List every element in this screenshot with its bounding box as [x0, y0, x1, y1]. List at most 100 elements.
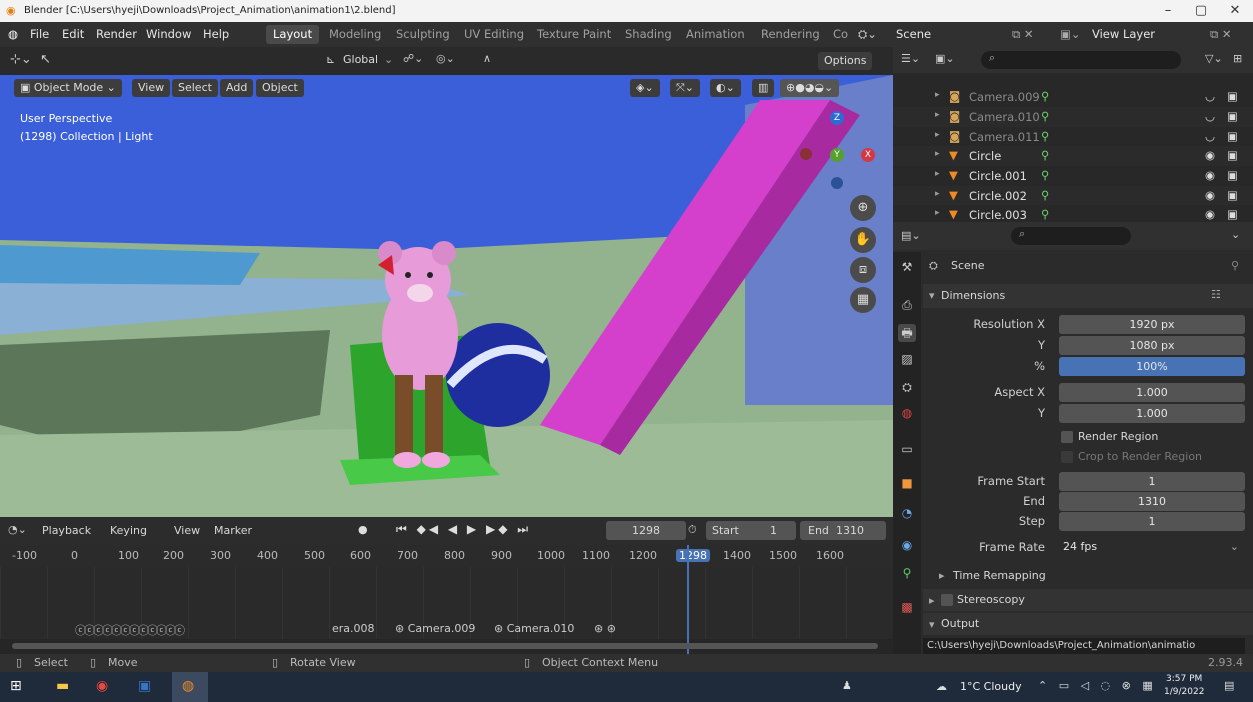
tab-uv-editing[interactable]: UV Editing [457, 25, 531, 44]
outliner-row[interactable]: ▸ ▼ Circle.002 ⚲ ◉ ▣ [893, 186, 1253, 206]
resolution-x-field[interactable]: 1920 px [1059, 315, 1245, 334]
camera-view-icon[interactable]: ⧈ [850, 257, 876, 283]
taskbar-date[interactable]: 1/9/2022 [1164, 687, 1204, 697]
render-region-checkbox[interactable] [1061, 431, 1073, 443]
render-tab-icon[interactable]: ⎙ [898, 296, 916, 314]
collection-tab-icon[interactable]: ▭ [898, 440, 916, 458]
end-frame-field[interactable]: End 1310 [800, 521, 886, 540]
tab-modeling[interactable]: Modeling [322, 25, 388, 44]
new-scene-icon[interactable]: ⧉ ✕ [1012, 27, 1034, 42]
falloff-icon[interactable]: ∧ [483, 52, 491, 65]
marker-camera-overlap[interactable]: ⊛ ⊛ [594, 622, 616, 635]
scene-name[interactable]: Scene [896, 27, 931, 41]
output-path-input[interactable]: C:\Users\hyeji\Downloads\Project_Animati… [923, 638, 1245, 654]
notifications-icon[interactable]: ▤ [1224, 679, 1234, 692]
timeline-menu-keying[interactable]: Keying [110, 524, 147, 537]
frame-rate-dropdown[interactable]: 24 fps ⌄ [1059, 537, 1245, 556]
outliner-item-name[interactable]: Camera.010 [969, 110, 1040, 124]
render-camera-icon[interactable]: ▣ [1227, 148, 1238, 162]
tab-rendering[interactable]: Rendering [754, 25, 827, 44]
expand-arrow-icon[interactable]: ▸ [935, 110, 940, 120]
render-camera-icon[interactable]: ▣ [1227, 168, 1238, 182]
expand-arrow-icon[interactable]: ▸ [935, 90, 940, 100]
viewport-menu-view[interactable]: View [132, 79, 171, 97]
proportional-edit-icon[interactable]: ◎⌄ [436, 52, 455, 65]
marker-camera-010[interactable]: ⊛ Camera.010 [494, 622, 574, 635]
tool-tab-icon[interactable]: ⚒ [898, 258, 916, 276]
aspect-x-field[interactable]: 1.000 [1059, 383, 1245, 402]
frame-step-field[interactable]: 1 [1059, 512, 1245, 531]
gizmo-neg-z-axis[interactable] [831, 177, 843, 189]
windows-start-icon[interactable]: ⊞ [10, 678, 22, 694]
timeline-scrollbar[interactable] [12, 643, 878, 649]
outliner-row[interactable]: ▸ ◙ Camera.011 ⚲ ◡ ▣ [893, 127, 1253, 147]
ortho-grid-icon[interactable]: ▦ [850, 287, 876, 313]
expand-arrow-icon[interactable]: ▸ [935, 169, 940, 179]
tab-layout[interactable]: Layout [266, 25, 320, 44]
xray-toggle-icon[interactable]: ▥ [752, 79, 775, 97]
object-data-icon[interactable]: ⚲ [1041, 168, 1049, 182]
outliner-item-name[interactable]: Camera.009 [969, 90, 1040, 104]
overlay-toggle-icon[interactable]: ◐⌄ [710, 79, 741, 97]
aspect-y-field[interactable]: 1.000 [1059, 404, 1245, 423]
gizmo-toggle-icon[interactable]: ⤧⌄ [670, 79, 701, 97]
output-tab-icon[interactable]: 🖶 [898, 324, 916, 342]
outliner-item-name[interactable]: Camera.011 [969, 130, 1040, 144]
presets-icon[interactable]: ☷ [1211, 288, 1221, 301]
menu-edit[interactable]: Edit [62, 27, 84, 41]
blender-menu-icon[interactable]: ◍ [8, 27, 18, 41]
render-camera-icon[interactable]: ▣ [1227, 207, 1238, 221]
object-data-icon[interactable]: ⚲ [1041, 109, 1049, 123]
outliner-row[interactable]: ▸ ◙ Camera.010 ⚲ ◡ ▣ [893, 107, 1253, 127]
modifier-tab-icon[interactable]: ◔ [898, 504, 916, 522]
scene-tab-icon[interactable]: ⛭ [898, 378, 916, 396]
tray-icons[interactable]: ⌃ ▭ ◁ ◌ ⊗ ▦ [1038, 679, 1157, 692]
marker-camera-008[interactable]: era.008 [332, 622, 375, 635]
file-explorer-icon[interactable]: ▬ [56, 678, 69, 694]
object-data-icon[interactable]: ⚲ [1041, 129, 1049, 143]
view-layer-name[interactable]: View Layer [1092, 27, 1155, 41]
close-button[interactable]: ✕ [1220, 3, 1250, 18]
visibility-hidden-icon[interactable]: ◡ [1205, 129, 1215, 143]
viewport-menu-add[interactable]: Add [220, 79, 254, 97]
object-mode-dropdown[interactable]: ▣ Object Mode ⌄ [14, 79, 122, 97]
filter-icon[interactable]: ▽⌄ [1205, 52, 1223, 65]
gizmo-x-axis[interactable]: X [861, 148, 875, 162]
constraints-tab-icon[interactable]: ⚲ [898, 564, 916, 582]
properties-editor-icon[interactable]: ▤⌄ [901, 229, 921, 242]
frame-end-field[interactable]: 1310 [1059, 492, 1245, 511]
expand-arrow-icon[interactable]: ▸ [935, 208, 940, 218]
gizmo-z-axis[interactable]: Z [830, 111, 844, 125]
stopwatch-icon[interactable]: ⏱ [688, 523, 697, 537]
timeline-menu-playback[interactable]: Playback [42, 524, 91, 537]
expand-arrow-icon[interactable]: ▸ [935, 130, 940, 140]
resolution-y-field[interactable]: 1080 px [1059, 336, 1245, 355]
output-panel-header[interactable]: ▾ Output [923, 613, 1253, 635]
properties-options-icon[interactable]: ⌄ [1231, 228, 1240, 241]
weather-label[interactable]: 1°C Cloudy [960, 680, 1022, 693]
outliner-item-name[interactable]: Circle.002 [969, 189, 1027, 203]
object-data-icon[interactable]: ⚲ [1041, 207, 1049, 221]
marker-camera-009[interactable]: ⊛ Camera.009 [395, 622, 475, 635]
render-camera-icon[interactable]: ▣ [1227, 188, 1238, 202]
gizmo-neg-x-axis[interactable] [800, 148, 812, 160]
zoom-icon[interactable]: ⊕ [850, 195, 876, 221]
view-object-types-icon[interactable]: ◈⌄ [630, 79, 660, 97]
expand-arrow-icon[interactable]: ▸ [935, 149, 940, 159]
dimensions-panel-header[interactable]: ▾ Dimensions ☷ [923, 284, 1253, 308]
stereoscopy-checkbox[interactable] [941, 594, 953, 606]
editor-type-icon[interactable]: ☰⌄ [901, 52, 920, 65]
outliner-row[interactable]: ▸ ▼ Circle.001 ⚲ ◉ ▣ [893, 166, 1253, 186]
render-camera-icon[interactable]: ▣ [1227, 89, 1238, 103]
visibility-eye-icon[interactable]: ◉ [1205, 168, 1215, 182]
timeline-menu-view[interactable]: View [174, 524, 200, 537]
new-view-layer-icon[interactable]: ⧉ ✕ [1210, 27, 1232, 42]
crop-region-checkbox[interactable] [1061, 451, 1073, 463]
snap-icon[interactable]: ☍⌄ [403, 52, 423, 65]
orientation-dropdown[interactable]: Global [343, 53, 378, 66]
shading-modes-icon[interactable]: ⊕●◕◒⌄ [780, 79, 840, 97]
current-frame-field[interactable]: 1298 [606, 521, 686, 540]
expand-arrow-icon[interactable]: ▸ [935, 189, 940, 199]
timeline-menu-marker[interactable]: Marker [214, 524, 252, 537]
resolution-pct-field[interactable]: 100% [1059, 357, 1245, 376]
